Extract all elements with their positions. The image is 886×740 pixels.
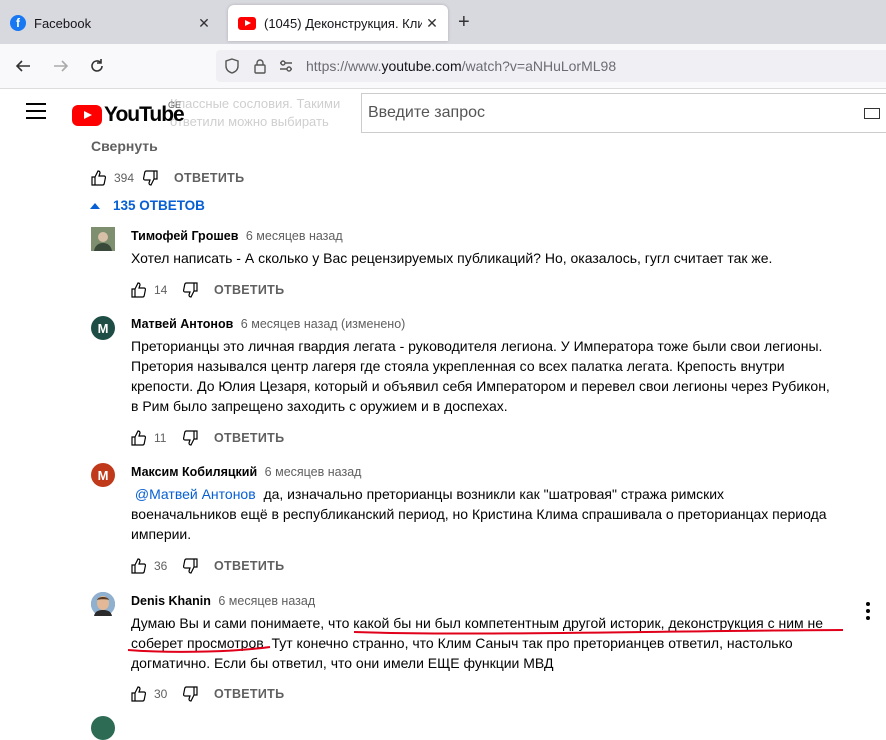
thumbs-down-icon[interactable] bbox=[182, 686, 198, 702]
more-options-icon[interactable] bbox=[866, 602, 870, 623]
reply-button[interactable]: ОТВЕТИТЬ bbox=[214, 687, 284, 701]
like-count: 30 bbox=[154, 687, 168, 701]
thumbs-up-icon[interactable] bbox=[131, 686, 147, 702]
red-underline-annotation bbox=[127, 629, 844, 653]
comment-actions: 30 ОТВЕТИТЬ bbox=[131, 686, 284, 702]
